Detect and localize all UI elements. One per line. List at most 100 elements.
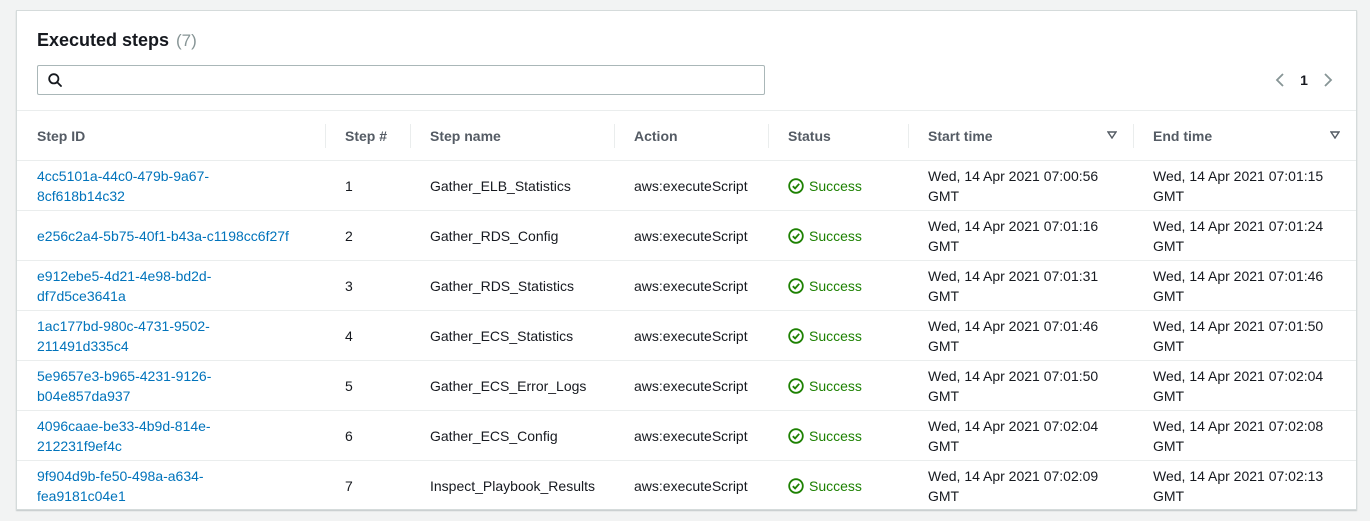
end-time-timezone: GMT <box>1153 437 1185 454</box>
step-id-line: 4cc5101a-44c0-479b-9a67- <box>37 167 210 184</box>
check-circle-icon <box>788 227 804 244</box>
end-time-timezone: GMT <box>1153 287 1185 304</box>
action-cell: aws:executeScript <box>614 360 768 411</box>
end-time-line: Wed, 14 Apr 2021 07:01:46 <box>1153 267 1324 284</box>
start-time-cell: Wed, 14 Apr 2021 07:01:46 GMT <box>908 310 1133 361</box>
start-time-cell: Wed, 14 Apr 2021 07:00:56 GMT <box>908 160 1133 211</box>
end-time-timezone: GMT <box>1153 337 1185 354</box>
end-time-line: Wed, 14 Apr 2021 07:02:08 <box>1153 417 1324 434</box>
end-time-timezone: GMT <box>1153 237 1185 254</box>
column-header-step-name[interactable]: Step name <box>410 110 614 161</box>
chevron-left-icon <box>1275 73 1284 87</box>
status-label: Success <box>809 377 862 394</box>
step-number-cell: 4 <box>325 310 410 361</box>
column-label: Start time <box>928 127 993 144</box>
status-badge: Success <box>788 376 908 396</box>
step-name-cell: Gather_RDS_Config <box>410 210 614 261</box>
search-icon <box>48 73 62 87</box>
end-time-cell: Wed, 14 Apr 2021 07:01:15 GMT <box>1133 160 1356 211</box>
steps-table: Step ID Step # Step name Action Status S… <box>17 110 1356 511</box>
table-header-row: Step ID Step # Step name Action Status S… <box>17 110 1356 161</box>
step-id-link[interactable]: 1ac177bd-980c-4731-9502- 211491d335c4 <box>37 318 210 354</box>
sort-down-icon[interactable] <box>1330 131 1340 139</box>
step-name-cell: Gather_RDS_Statistics <box>410 260 614 311</box>
start-time-line: Wed, 14 Apr 2021 07:02:09 <box>928 467 1099 484</box>
pagination: 1 <box>1266 69 1342 91</box>
step-id-link[interactable]: 4096caae-be33-4b9d-814e- 212231f9ef4c <box>37 418 211 454</box>
end-time-line: Wed, 14 Apr 2021 07:02:13 <box>1153 467 1324 484</box>
step-id-cell: 9f904d9b-fe50-498a-a634- fea9181c04e1 <box>17 461 325 511</box>
status-cell: Success <box>768 410 908 461</box>
column-header-step-id[interactable]: Step ID <box>17 110 325 161</box>
start-time-timezone: GMT <box>928 487 960 504</box>
table-row: 4cc5101a-44c0-479b-9a67- 8cf618b14c32 1 G… <box>17 160 1356 211</box>
step-id-cell: 4cc5101a-44c0-479b-9a67- 8cf618b14c32 <box>17 160 325 211</box>
step-id-line: df7d5ce3641a <box>37 287 126 304</box>
step-id-line: b04e857da937 <box>37 387 131 404</box>
status-cell: Success <box>768 461 908 511</box>
end-time-line: Wed, 14 Apr 2021 07:01:15 <box>1153 167 1324 184</box>
executed-steps-panel: Executed steps (7) 1 Step ID Step # Step… <box>16 10 1357 510</box>
step-name-cell: Gather_ELB_Statistics <box>410 160 614 211</box>
status-label: Success <box>809 327 862 344</box>
step-id-cell: e912ebe5-4d21-4e98-bd2d-df7d5ce3641a <box>17 260 325 311</box>
step-id-link[interactable]: e256c2a4-5b75-40f1-b43a-c1198cc6f27f <box>37 228 289 244</box>
start-time-timezone: GMT <box>928 387 960 404</box>
status-badge: Success <box>788 276 908 296</box>
step-id-line: 211491d335c4 <box>37 337 129 354</box>
column-separator <box>325 124 326 148</box>
step-id-line: 1ac177bd-980c-4731-9502- <box>37 317 210 334</box>
end-time-cell: Wed, 14 Apr 2021 07:02:13 GMT <box>1133 461 1356 511</box>
start-time-cell: Wed, 14 Apr 2021 07:01:31 GMT <box>908 260 1133 311</box>
panel-title: Executed steps <box>37 30 170 50</box>
check-circle-icon <box>788 277 804 294</box>
previous-page-button[interactable] <box>1266 69 1294 91</box>
start-time-cell: Wed, 14 Apr 2021 07:01:16 GMT <box>908 210 1133 261</box>
step-number-cell: 1 <box>325 160 410 211</box>
start-time-cell: Wed, 14 Apr 2021 07:02:09 GMT <box>908 461 1133 511</box>
step-id-line: e256c2a4-5b75-40f1-b43a-c1198cc6f27f <box>37 227 289 244</box>
step-id-cell: 5e9657e3-b965-4231-9126- b04e857da937 <box>17 360 325 411</box>
status-label: Success <box>809 227 862 244</box>
start-time-line: Wed, 14 Apr 2021 07:01:46 <box>928 317 1099 334</box>
chevron-right-icon <box>1324 73 1333 87</box>
column-header-status[interactable]: Status <box>768 110 908 161</box>
step-id-cell: 1ac177bd-980c-4731-9502- 211491d335c4 <box>17 310 325 361</box>
status-badge: Success <box>788 476 908 496</box>
search-input[interactable] <box>70 68 750 92</box>
check-circle-icon <box>788 377 804 394</box>
column-separator <box>908 124 909 148</box>
action-cell: aws:executeScript <box>614 210 768 261</box>
table-row: 5e9657e3-b965-4231-9126- b04e857da937 5 G… <box>17 360 1356 411</box>
column-header-start-time[interactable]: Start time <box>908 110 1133 161</box>
step-id-line: 212231f9ef4c <box>37 437 122 454</box>
column-separator <box>768 124 769 148</box>
sort-down-icon[interactable] <box>1107 131 1117 139</box>
panel-header: Executed steps (7) 1 <box>17 11 1356 110</box>
check-circle-icon <box>788 478 804 494</box>
column-separator <box>1133 124 1134 148</box>
step-name-cell: Gather_ECS_Statistics <box>410 310 614 361</box>
step-id-link[interactable]: 5e9657e3-b965-4231-9126- b04e857da937 <box>37 368 211 404</box>
search-box[interactable] <box>37 65 765 95</box>
column-header-end-time[interactable]: End time <box>1133 110 1356 161</box>
end-time-cell: Wed, 14 Apr 2021 07:02:04 GMT <box>1133 360 1356 411</box>
status-label: Success <box>809 477 862 494</box>
column-separator <box>614 124 615 148</box>
column-header-step-number[interactable]: Step # <box>325 110 410 161</box>
table-row: e912ebe5-4d21-4e98-bd2d-df7d5ce3641a 3 G… <box>17 260 1356 311</box>
step-id-link[interactable]: 4cc5101a-44c0-479b-9a67- 8cf618b14c32 <box>37 168 209 204</box>
step-name-cell: Gather_ECS_Error_Logs <box>410 360 614 411</box>
column-header-action[interactable]: Action <box>614 110 768 161</box>
end-time-timezone: GMT <box>1153 187 1185 204</box>
status-label: Success <box>809 427 862 444</box>
step-id-link[interactable]: e912ebe5-4d21-4e98-bd2d-df7d5ce3641a <box>37 268 211 304</box>
current-page-number[interactable]: 1 <box>1294 72 1314 88</box>
start-time-line: Wed, 14 Apr 2021 07:00:56 <box>928 167 1099 184</box>
column-label: Action <box>634 127 678 144</box>
step-id-link[interactable]: 9f904d9b-fe50-498a-a634- fea9181c04e1 <box>37 468 204 504</box>
next-page-button[interactable] <box>1314 69 1342 91</box>
step-count: (7) <box>176 31 197 50</box>
start-time-timezone: GMT <box>928 187 960 204</box>
end-time-cell: Wed, 14 Apr 2021 07:01:50 GMT <box>1133 310 1356 361</box>
